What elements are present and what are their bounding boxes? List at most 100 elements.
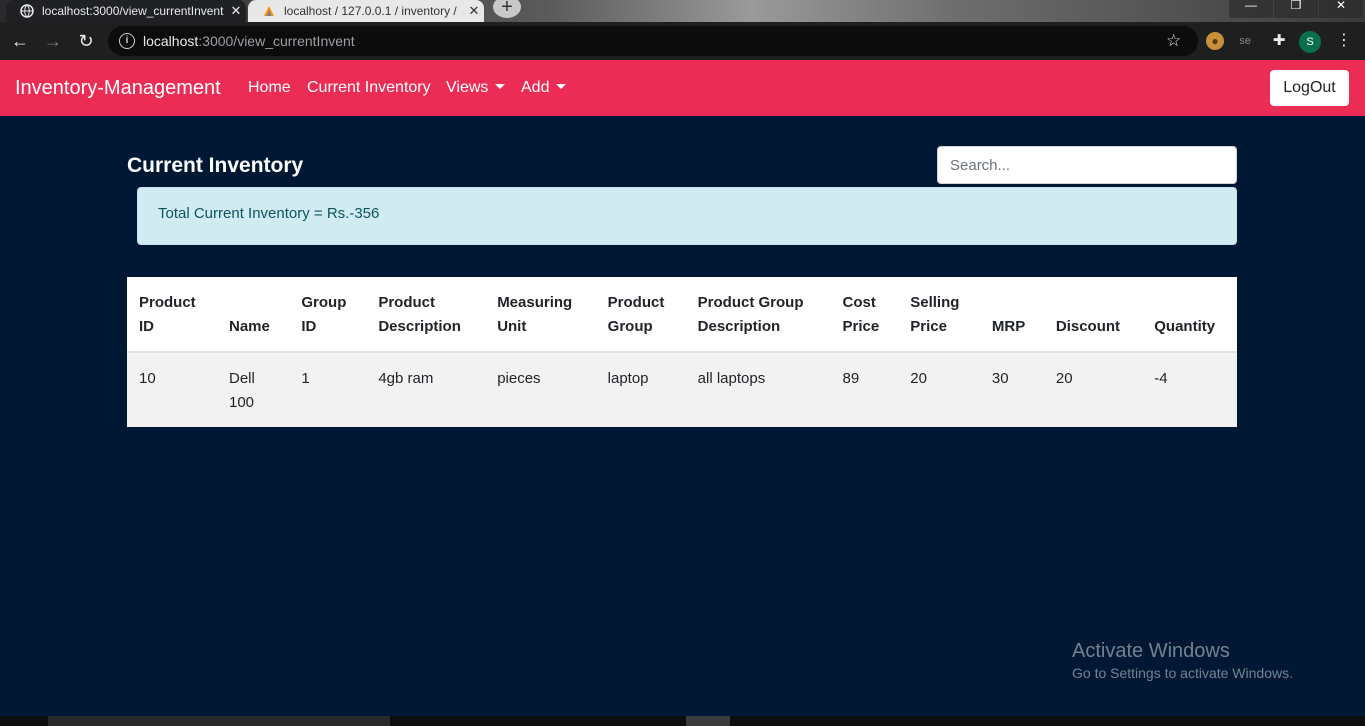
table-cell: 20: [898, 352, 980, 427]
column-header: Product Description: [366, 277, 486, 353]
taskbar-app[interactable]: [686, 716, 730, 726]
nav-views-dropdown[interactable]: Views: [446, 79, 506, 97]
table-cell: 4gb ram: [366, 352, 486, 427]
column-header-text: Product Group: [697, 294, 804, 311]
forward-arrow-icon[interactable]: →: [43, 31, 63, 51]
profile-avatar[interactable]: S: [1299, 31, 1321, 53]
column-header: Discount: [1043, 277, 1143, 353]
search-input[interactable]: [937, 146, 1237, 184]
windows-taskbar: [0, 716, 1365, 726]
table-cell: 89: [830, 352, 899, 427]
tab-title: localhost / 127.0.0.1 / inventory /: [284, 4, 457, 18]
brand-link[interactable]: Inventory-Management: [15, 77, 221, 100]
table-cell-text: laptop: [607, 370, 649, 387]
table-cell: 10: [127, 352, 217, 427]
table-cell-text: -4: [1154, 370, 1168, 387]
column-header-text: Quantity: [1154, 318, 1216, 335]
column-header-text: ID: [139, 318, 154, 335]
column-header: Selling Price: [898, 277, 980, 353]
table-cell-text: pieces: [497, 370, 541, 387]
total-inventory-alert: Total Current Inventory = Rs.-356: [137, 187, 1237, 245]
table-cell-text: 100: [229, 394, 255, 411]
info-icon[interactable]: i: [119, 33, 135, 49]
phpmyadmin-icon: [262, 4, 276, 18]
column-header: Product Group: [595, 277, 686, 353]
app-navbar: Inventory-Management Home Current Invent…: [0, 60, 1365, 116]
column-header-text: Selling: [910, 294, 960, 311]
address-bar[interactable]: i localhost:3000/view_currentInvent: [108, 26, 1198, 56]
column-header: Quantity: [1142, 277, 1237, 353]
taskbar-search[interactable]: [48, 716, 390, 726]
url-text: localhost:3000/view_currentInvent: [143, 33, 355, 49]
kebab-menu-icon[interactable]: ⋮: [1336, 31, 1352, 51]
column-header-text: Product: [378, 294, 436, 311]
puzzle-icon[interactable]: ✚: [1270, 32, 1288, 50]
table-cell-text: 20: [910, 370, 927, 387]
table-cell-text: 1: [301, 370, 310, 387]
table-header-row: Product ID Name Group ID Product Description Me…: [127, 277, 1237, 353]
column-header-text: Price: [842, 318, 880, 335]
activate-windows-subtitle: Go to Settings to activate Windows.: [1072, 665, 1293, 681]
browser-tabstrip: localhost:3000/view_currentInvent ✕ loca…: [0, 0, 1365, 22]
table-cell: pieces: [485, 352, 596, 427]
logout-button[interactable]: LogOut: [1270, 70, 1349, 106]
table-cell: all laptops: [685, 352, 831, 427]
column-header-text: Unit: [497, 318, 527, 335]
column-header-text: Discount: [1055, 318, 1121, 335]
nav-current-inventory[interactable]: Current Inventory: [307, 79, 431, 97]
column-header: Cost Price: [830, 277, 899, 353]
column-header-text: Description: [697, 318, 781, 335]
column-header: Name: [217, 277, 290, 353]
column-header-text: Group: [607, 318, 653, 335]
column-header: Measuring Unit: [485, 277, 596, 353]
table-cell: 30: [979, 352, 1044, 427]
extension-se-icon[interactable]: se: [1236, 32, 1254, 50]
table-cell-text: 10: [139, 370, 156, 387]
table-cell-text: Dell: [229, 370, 255, 387]
browser-tab-active[interactable]: localhost:3000/view_currentInvent ✕: [6, 0, 246, 22]
table-cell: 1: [289, 352, 367, 427]
table-cell: -4: [1142, 352, 1237, 427]
table-cell-text: 4gb ram: [378, 370, 434, 387]
browser-tab-inactive[interactable]: localhost / 127.0.0.1 / inventory / ✕: [248, 0, 484, 22]
column-header-text: Product: [139, 294, 196, 311]
column-header-text: Group: [301, 294, 347, 311]
close-icon[interactable]: ✕: [464, 3, 484, 19]
new-tab-button[interactable]: +: [493, 0, 521, 18]
globe-icon: [20, 4, 34, 18]
column-header: MRP: [979, 277, 1044, 353]
nav-home[interactable]: Home: [248, 79, 291, 97]
close-icon[interactable]: ✕: [226, 3, 246, 19]
maximize-icon[interactable]: ❐: [1274, 0, 1318, 18]
page-title: Current Inventory: [127, 154, 304, 177]
table-cell-text: 89: [842, 370, 860, 387]
caret-down-icon: [495, 84, 506, 89]
table-cell-text: all laptops: [697, 370, 766, 387]
back-arrow-icon[interactable]: ←: [10, 31, 30, 51]
window-close-icon[interactable]: ✕: [1319, 0, 1363, 18]
column-header: Product ID: [127, 277, 217, 353]
column-header-text: Price: [910, 318, 947, 335]
star-icon[interactable]: ☆: [1166, 32, 1181, 50]
url-host: localhost: [143, 33, 199, 49]
nav-add-label: Add: [521, 79, 550, 96]
table-cell-text: 30: [991, 370, 1009, 387]
column-header-text: Name: [229, 318, 270, 335]
minimize-icon[interactable]: —: [1229, 0, 1273, 18]
tab-title: localhost:3000/view_currentInvent: [42, 4, 224, 18]
nav-add-dropdown[interactable]: Add: [521, 79, 567, 97]
table-cell: laptop: [595, 352, 686, 427]
url-path: :3000/view_currentInvent: [198, 33, 355, 49]
column-header: Group ID: [289, 277, 367, 353]
reload-icon[interactable]: ↻: [76, 31, 96, 51]
table-body: 10 Dell 100 1 4gb ram pieces laptop all laptops…: [127, 352, 1237, 427]
inventory-table-wrapper: Product ID Name Group ID Product Description Me…: [127, 277, 1237, 427]
table-cell: 20: [1043, 352, 1143, 427]
table-row: 10 Dell 100 1 4gb ram pieces laptop all laptops…: [127, 352, 1237, 427]
cookie-icon[interactable]: ●: [1206, 32, 1224, 50]
column-header-text: Description: [378, 318, 461, 335]
column-header-text: Measuring: [497, 294, 573, 311]
table-cell: Dell 100: [217, 352, 290, 427]
table-cell-text: 20: [1055, 370, 1073, 387]
column-header-text: Product: [607, 294, 665, 311]
